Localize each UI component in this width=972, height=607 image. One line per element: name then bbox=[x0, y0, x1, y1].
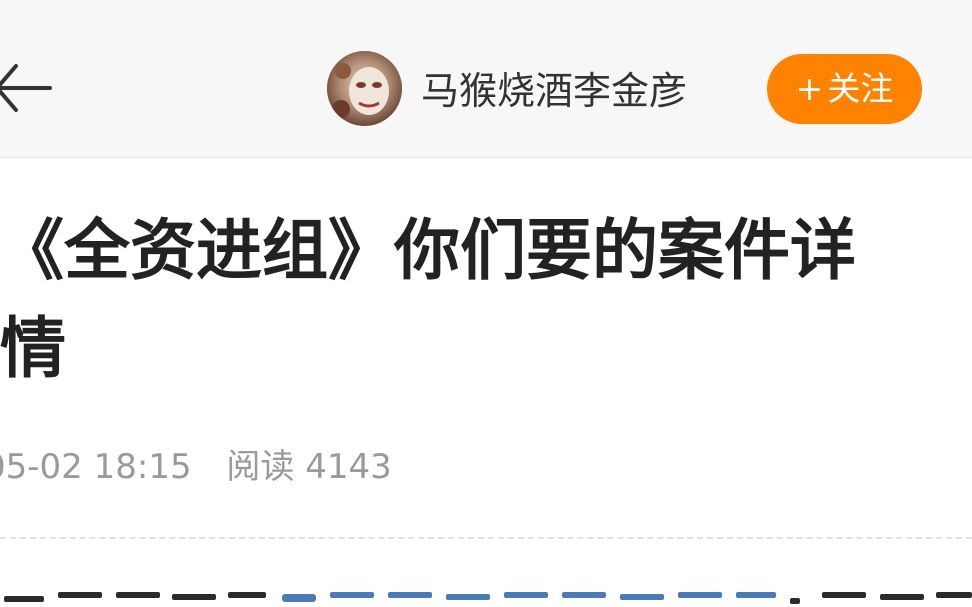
article-meta: 05-02 18:15 阅读 4143 bbox=[0, 446, 392, 488]
author-avatar[interactable] bbox=[327, 51, 402, 126]
body-text-fragment bbox=[4, 592, 972, 604]
title-line-1: 《全资进组》你们要的案件详 bbox=[0, 212, 856, 289]
title-line-2: 情 bbox=[0, 310, 66, 387]
follow-label: 关注 bbox=[827, 69, 894, 108]
read-count: 阅读 4143 bbox=[226, 447, 392, 487]
back-arrow-icon bbox=[0, 64, 52, 112]
follow-button[interactable]: + 关注 bbox=[767, 54, 922, 124]
publish-date: 05-02 18:15 bbox=[0, 447, 192, 487]
avatar-image bbox=[327, 51, 402, 126]
section-divider bbox=[0, 537, 972, 539]
back-button[interactable] bbox=[0, 60, 54, 116]
plus-icon: + bbox=[795, 69, 824, 108]
article-title: 《全资进组》你们要的案件详 情 bbox=[0, 202, 972, 398]
author-name[interactable]: 马猴烧酒李金彦 bbox=[421, 66, 687, 116]
article-body-cutoff bbox=[0, 588, 972, 607]
top-navigation-bar: 马猴烧酒李金彦 + 关注 bbox=[0, 0, 972, 158]
